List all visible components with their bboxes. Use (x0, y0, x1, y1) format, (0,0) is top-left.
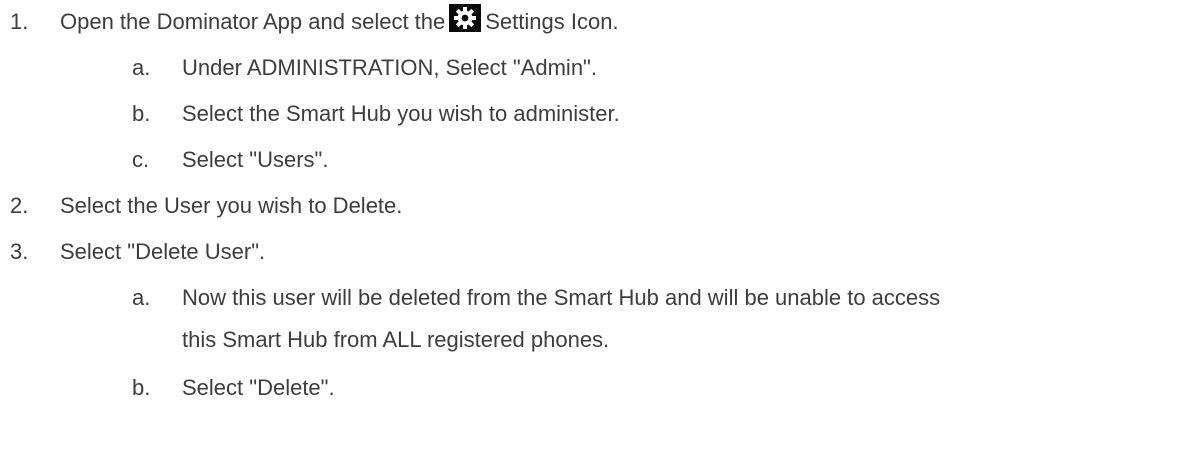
substep-text: Select "Users". (182, 147, 329, 172)
step-marker: 1. (10, 9, 29, 34)
step-text: Select "Delete User". (60, 239, 266, 264)
substep-text-line-2: this Smart Hub from ALL registered phone… (182, 327, 610, 352)
step-marker: 3. (10, 239, 29, 264)
gear-icon-glyph (454, 7, 477, 29)
substep-marker: c. (132, 147, 150, 172)
substep-text-line-1: Now this user will be deleted from the S… (182, 285, 941, 310)
instruction-list: 1. Open the Dominator App and select the… (0, 0, 1178, 450)
substep-marker: a. (132, 285, 151, 310)
substep-text: Under ADMINISTRATION, Select "Admin". (182, 55, 597, 80)
step-text-before-icon: Open the Dominator App and select the (60, 9, 446, 34)
step-marker: 2. (10, 193, 29, 218)
substep-marker: b. (132, 101, 151, 126)
step-text: Select the User you wish to Delete. (60, 193, 403, 218)
substep-text: Select "Delete". (182, 375, 335, 400)
gear-icon (449, 4, 482, 32)
substep-text: Select the Smart Hub you wish to adminis… (182, 101, 620, 126)
step-text-after-icon: Settings Icon. (485, 9, 619, 34)
step-text: Open the Dominator App and select the Set… (60, 4, 619, 40)
substep-marker: b. (132, 375, 151, 400)
substep-marker: a. (132, 55, 151, 80)
